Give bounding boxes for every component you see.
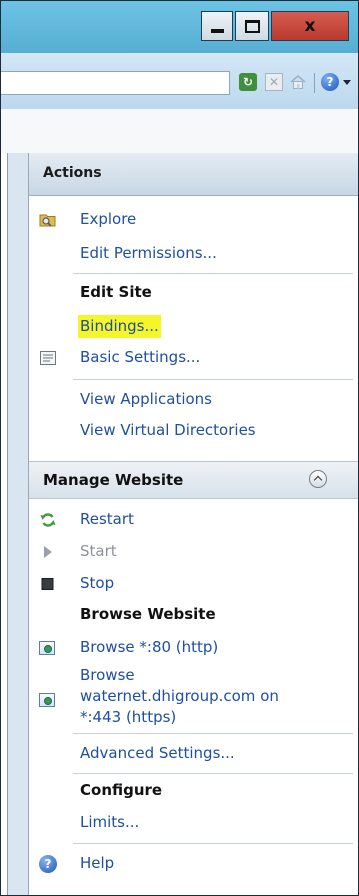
settings-sheet-icon bbox=[40, 351, 56, 365]
manage-website-title: Manage Website bbox=[43, 471, 184, 489]
manage-website-section-header[interactable]: Manage Website bbox=[29, 461, 358, 499]
restart-link[interactable]: Restart bbox=[29, 505, 358, 535]
view-virtual-directories-link[interactable]: View Virtual Directories bbox=[29, 416, 358, 446]
basic-settings-label: Basic Settings... bbox=[80, 348, 201, 366]
close-button[interactable]: x bbox=[271, 11, 349, 41]
help-label: Help bbox=[80, 854, 115, 872]
dropdown-arrow-icon[interactable] bbox=[343, 80, 351, 85]
edit-permissions-label: Edit Permissions... bbox=[80, 244, 217, 262]
start-label: Start bbox=[80, 542, 117, 560]
help-link[interactable]: ? Help bbox=[29, 849, 358, 879]
browse-globe-icon bbox=[39, 641, 55, 655]
browse-website-heading: Browse Website bbox=[80, 605, 216, 623]
toolbar-separator bbox=[314, 73, 315, 93]
pane-splitter[interactable] bbox=[8, 153, 28, 895]
help-icon[interactable]: ? bbox=[321, 73, 339, 91]
folder-explore-icon bbox=[39, 214, 56, 227]
title-bar: x bbox=[1, 1, 358, 53]
advanced-settings-label: Advanced Settings... bbox=[80, 744, 235, 762]
collapse-chevron-icon[interactable] bbox=[309, 470, 327, 488]
bindings-label: Bindings... bbox=[78, 315, 161, 338]
limits-link[interactable]: Limits... bbox=[29, 808, 358, 838]
browse-https-line: Browse bbox=[80, 666, 135, 684]
separator bbox=[73, 379, 353, 380]
edit-site-heading: Edit Site bbox=[80, 283, 152, 301]
restart-icon bbox=[40, 513, 56, 527]
separator bbox=[73, 273, 353, 274]
actions-header: Actions bbox=[29, 153, 358, 196]
advanced-settings-link[interactable]: Advanced Settings... bbox=[29, 739, 358, 769]
bindings-link[interactable]: Bindings... bbox=[29, 310, 358, 340]
close-icon: x bbox=[304, 15, 316, 36]
minimize-icon bbox=[210, 28, 224, 33]
content-pane-edge bbox=[1, 153, 8, 895]
stop-square-icon bbox=[41, 578, 54, 590]
separator bbox=[73, 843, 353, 844]
home-icon[interactable] bbox=[289, 73, 307, 91]
explore-label: Explore bbox=[80, 210, 137, 228]
restart-label: Restart bbox=[80, 510, 134, 528]
minimize-button[interactable] bbox=[201, 11, 233, 41]
separator bbox=[73, 733, 353, 734]
explore-link[interactable]: Explore bbox=[29, 205, 358, 235]
stop-label: Stop bbox=[80, 574, 115, 592]
address-toolbar: ↻ ✕ ? bbox=[1, 53, 358, 109]
actions-pane: Actions Explore Edit Permissions... Edit… bbox=[28, 153, 358, 895]
browse-https-line: *:443 (https) bbox=[80, 708, 177, 726]
limits-label: Limits... bbox=[80, 813, 140, 831]
stop-icon[interactable]: ✕ bbox=[265, 73, 283, 91]
toolbar-spacer bbox=[1, 109, 358, 153]
browse-https-line: waternet.dhigroup.com on bbox=[80, 687, 279, 705]
stop-link[interactable]: Stop bbox=[29, 569, 358, 599]
basic-settings-link[interactable]: Basic Settings... bbox=[29, 343, 358, 373]
configure-heading: Configure bbox=[80, 781, 163, 799]
browse-http-label: Browse *:80 (http) bbox=[80, 638, 219, 656]
refresh-icon[interactable]: ↻ bbox=[239, 73, 257, 91]
view-applications-label: View Applications bbox=[80, 390, 212, 408]
browse-https-link[interactable]: Browse waternet.dhigroup.com on *:443 (h… bbox=[29, 665, 358, 729]
view-applications-link[interactable]: View Applications bbox=[29, 385, 358, 415]
edit-permissions-link[interactable]: Edit Permissions... bbox=[29, 239, 358, 269]
address-bar[interactable] bbox=[1, 71, 230, 95]
maximize-button[interactable] bbox=[235, 11, 269, 41]
start-link: Start bbox=[29, 537, 358, 567]
browse-globe-icon bbox=[39, 693, 55, 707]
separator bbox=[73, 773, 353, 774]
maximize-icon bbox=[244, 19, 260, 33]
browse-http-link[interactable]: Browse *:80 (http) bbox=[29, 633, 358, 663]
iis-manager-window: x ↻ ✕ ? Actions Explore Edit Permissions… bbox=[0, 0, 359, 896]
help-icon: ? bbox=[39, 855, 57, 873]
view-virtual-directories-label: View Virtual Directories bbox=[80, 421, 256, 439]
actions-title: Actions bbox=[43, 165, 102, 181]
play-icon bbox=[44, 546, 52, 558]
